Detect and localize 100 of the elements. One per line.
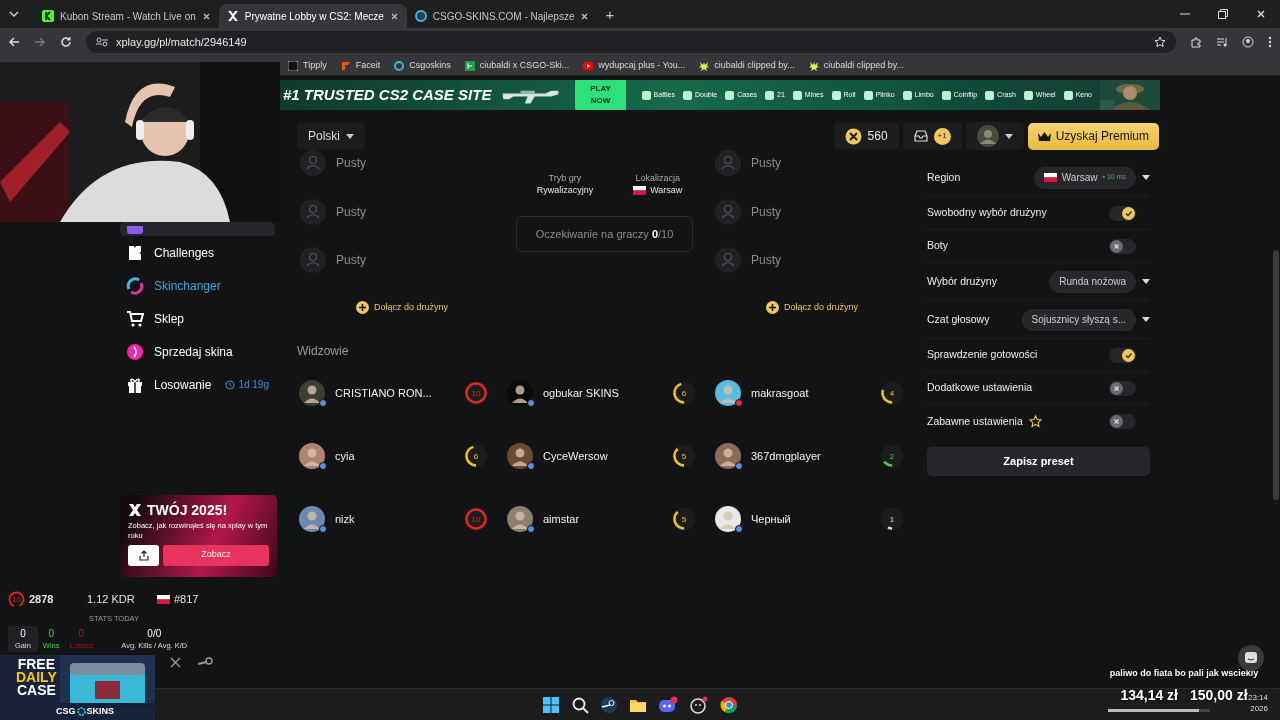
avatar[interactable] [507,506,533,532]
avatar[interactable] [299,443,325,469]
site-icon [42,10,54,22]
extensions-icon[interactable] [1190,36,1202,48]
star-icon[interactable] [1154,36,1166,48]
game-icon [765,90,775,100]
site-icon [808,60,819,71]
avatar-placeholder [300,198,326,225]
player-name[interactable]: CRISTIANO RON... [335,384,432,402]
bookmark[interactable]: ciubaldi clipped by... [808,58,905,73]
caret-icon[interactable] [1142,279,1150,284]
join-team-button[interactable]: Dołącz do drużyny [765,300,858,314]
player-name[interactable]: 367dmgplayer [751,447,821,465]
toggle-switch[interactable] [1109,380,1136,396]
sidebar-item[interactable]: Losowanie 1d 19g [120,368,275,401]
search-icon[interactable] [571,696,589,714]
bookmark[interactable]: wydupcaj plus - You... [583,58,686,73]
player-name[interactable]: nizk [335,510,355,528]
bookmark[interactable]: Csgoskins [394,58,451,73]
smiley-icon[interactable] [689,696,709,714]
new-tab-button[interactable]: + [597,6,623,22]
current-amount: 134,14 zł [1120,686,1178,705]
caret-icon[interactable] [346,133,354,139]
timer: 1d 19g [225,377,269,392]
player-name[interactable]: cyia [335,447,355,465]
menu-icon[interactable] [1268,36,1272,48]
play-now-button[interactable]: PLAY NOW [575,80,626,110]
caret-icon[interactable] [1142,317,1150,322]
see-button[interactable]: Zobacz [163,544,269,566]
chat-app-icon[interactable] [658,696,678,714]
level-badge: 2 [880,444,904,468]
windows-icon[interactable] [542,696,560,714]
level-badge: 10 [464,507,488,531]
ad-panel[interactable]: FREE DAILY CASE CSG SKINS [0,655,155,720]
scrollbar-thumb[interactable] [1273,250,1279,500]
gear-icon [76,706,86,716]
toggle-switch[interactable] [1109,414,1136,429]
reload-icon[interactable] [60,36,72,48]
ad-headline: CASE [16,684,57,697]
toggle-switch[interactable] [1109,347,1136,363]
sidebar-item[interactable]: Challenges [120,236,275,269]
level-badge: 5 [672,444,696,468]
avatar[interactable] [715,506,741,532]
site-icon [288,60,298,71]
join-team-button[interactable]: Dołącz do drużyny [355,300,448,314]
bookmark[interactable]: ciubaldi x CSGO-Ski... [464,58,570,73]
player-name[interactable]: Черный [751,510,791,528]
browser-tab[interactable]: Prywatne Lobby w CS2: Mecze [218,4,407,28]
sidebar-item[interactable]: Sprzedaj skina [120,335,275,368]
caret-icon[interactable] [1142,175,1150,180]
language-dropdown[interactable]: Polski [297,122,365,150]
premium-button[interactable]: Uzyskaj Premium [1027,122,1159,150]
avatar[interactable] [299,380,325,406]
tab-list-icon[interactable] [8,8,20,20]
browser-tab[interactable]: Kubon Stream - Watch Live on [34,4,219,28]
empty-slot-label: Pusty [751,203,781,221]
player-name[interactable]: CyceWersow [543,447,608,465]
toggle-switch[interactable] [1109,238,1136,254]
player-name[interactable]: makrasgoat [751,384,809,402]
bookmark[interactable]: ciubaldi clipped by... [699,58,795,73]
profile-icon[interactable] [1242,36,1254,48]
browser-icon[interactable] [720,696,738,714]
clock-time: 23:14 [1247,693,1268,704]
close-icon[interactable] [389,11,399,21]
share-button[interactable] [128,544,159,566]
browser-tab[interactable]: CSGO-SKINS.COM - Najlepsze [406,4,598,28]
close-icon[interactable] [1256,9,1266,19]
avatar[interactable] [507,443,533,469]
sidebar-item[interactable] [120,222,275,236]
inbox-button[interactable]: +1 [902,122,962,150]
chat-button[interactable] [1238,645,1264,671]
site-settings-icon[interactable] [96,37,108,47]
avatar[interactable] [507,380,533,406]
address-bar[interactable]: xplay.gg/pl/match/2946149 [86,31,1176,53]
back-icon[interactable] [8,36,20,48]
forward-icon[interactable] [34,36,46,48]
player-name[interactable]: aimstar [543,510,580,528]
bookmark[interactable]: Tipply [288,58,327,73]
game-icon [1063,90,1073,100]
site-icon [464,60,475,71]
avatar[interactable] [299,506,325,532]
save-preset-button[interactable]: Zapisz preset [927,447,1150,476]
close-icon[interactable] [580,11,590,21]
media-icon[interactable] [1216,36,1228,48]
info-label: Lokalizacja [634,172,681,185]
sidebar-item[interactable]: Sklep [120,302,275,335]
info-label: Tryb gry [547,172,583,185]
toggle-switch[interactable] [1109,205,1136,221]
close-icon[interactable] [201,11,211,21]
caret-icon[interactable] [1004,133,1013,139]
dropdown[interactable]: Runda nożowa [1049,270,1136,293]
x-icon[interactable] [170,657,181,669]
avatar[interactable] [715,443,741,469]
sidebar-item[interactable]: Skinchanger [120,269,275,302]
dropdown[interactable]: Sojusznicy słyszą s... [1021,308,1136,331]
avatar[interactable] [715,380,741,406]
restore-icon[interactable] [1218,9,1228,19]
player-name[interactable]: ogbukar SKINS [543,384,619,402]
bookmark[interactable]: Faceit [340,58,381,73]
coin-icon [844,127,862,145]
